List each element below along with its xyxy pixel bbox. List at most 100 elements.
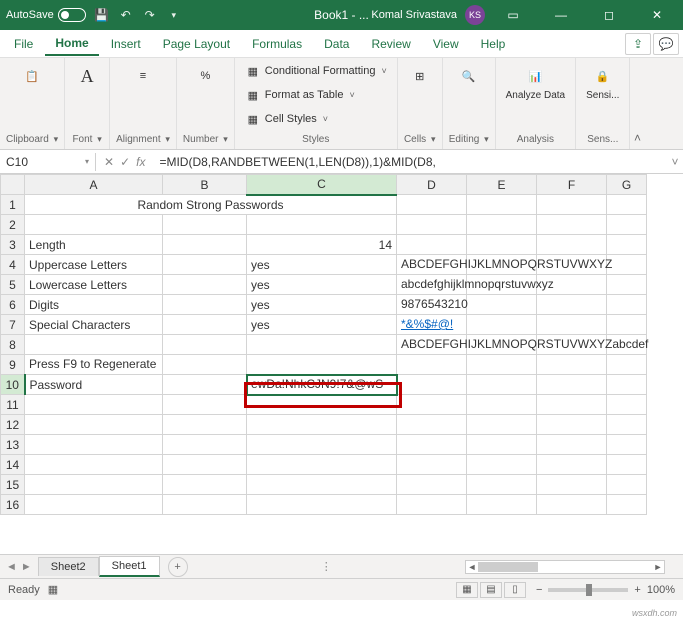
row-header[interactable]: 11: [1, 395, 25, 415]
cell[interactable]: [467, 295, 537, 315]
cell[interactable]: [537, 315, 607, 335]
share-icon[interactable]: ⇪: [625, 33, 651, 55]
ribbon-display-icon[interactable]: ▭: [493, 0, 533, 30]
cell-active[interactable]: ewDa!NhkCJN9!7&@wS: [247, 375, 397, 395]
cell[interactable]: [163, 395, 247, 415]
cell[interactable]: Length: [25, 235, 163, 255]
prev-sheet-icon[interactable]: ◄: [6, 561, 17, 573]
next-sheet-icon[interactable]: ►: [21, 561, 32, 573]
sheet-tab-active[interactable]: Sheet1: [99, 556, 160, 577]
chevron-down-icon[interactable]: ▾: [484, 134, 489, 144]
row-header[interactable]: 8: [1, 335, 25, 355]
cell[interactable]: [247, 495, 397, 515]
cell[interactable]: [163, 375, 247, 395]
tab-insert[interactable]: Insert: [101, 33, 151, 55]
cell[interactable]: [537, 195, 607, 215]
horizontal-scrollbar[interactable]: ◄ ►: [465, 560, 665, 574]
col-header-A[interactable]: A: [25, 175, 163, 195]
row-header[interactable]: 9: [1, 355, 25, 375]
font-button[interactable]: A: [71, 62, 103, 90]
cell[interactable]: [607, 295, 647, 315]
launcher-icon[interactable]: ▾: [97, 134, 102, 144]
cell[interactable]: [397, 195, 467, 215]
cell[interactable]: [163, 435, 247, 455]
redo-icon[interactable]: ↷: [142, 7, 158, 23]
cell[interactable]: [607, 415, 647, 435]
scroll-left-icon[interactable]: ◄: [466, 562, 478, 572]
row-header[interactable]: 5: [1, 275, 25, 295]
cell[interactable]: [397, 215, 467, 235]
cell[interactable]: [607, 375, 647, 395]
maximize-icon[interactable]: ◻: [589, 0, 629, 30]
cell[interactable]: [607, 435, 647, 455]
worksheet-grid[interactable]: A B C D E F G 1Random Strong Passwords 2…: [0, 174, 683, 554]
cell[interactable]: [163, 275, 247, 295]
user-avatar[interactable]: KS: [465, 5, 485, 25]
row-header[interactable]: 12: [1, 415, 25, 435]
cell[interactable]: [467, 315, 537, 335]
sheet-tab[interactable]: Sheet2: [38, 557, 99, 576]
tab-home[interactable]: Home: [45, 32, 98, 56]
cell[interactable]: [467, 215, 537, 235]
cell[interactable]: [247, 415, 397, 435]
cell[interactable]: [163, 455, 247, 475]
sensitivity-button[interactable]: 🔒Sensi...: [582, 62, 623, 103]
cell[interactable]: [467, 475, 537, 495]
cell[interactable]: [467, 435, 537, 455]
cell[interactable]: [607, 235, 647, 255]
formula-bar[interactable]: =MID(D8,RANDBETWEEN(1,LEN(D8)),1)&MID(D8…: [153, 153, 667, 171]
cell[interactable]: [607, 275, 647, 295]
cell[interactable]: ABCDEFGHIJKLMNOPQRSTUVWXYZ: [397, 255, 467, 275]
collapse-ribbon-icon[interactable]: ˄: [630, 58, 644, 149]
zoom-control[interactable]: − + 100%: [536, 584, 675, 596]
fx-icon[interactable]: fx: [136, 155, 145, 169]
cell[interactable]: yes: [247, 275, 397, 295]
cell[interactable]: [467, 395, 537, 415]
cell[interactable]: [163, 235, 247, 255]
cell[interactable]: [25, 475, 163, 495]
page-break-view-icon[interactable]: ▯: [504, 582, 526, 598]
cell[interactable]: [537, 455, 607, 475]
cell[interactable]: [607, 455, 647, 475]
cell[interactable]: [467, 235, 537, 255]
minimize-icon[interactable]: —: [541, 0, 581, 30]
cell[interactable]: [537, 295, 607, 315]
undo-icon[interactable]: ↶: [118, 7, 134, 23]
cell[interactable]: [163, 355, 247, 375]
cell[interactable]: [163, 255, 247, 275]
cell[interactable]: abcdefghijklmnopqrstuvwxyz: [397, 275, 467, 295]
zoom-level[interactable]: 100%: [647, 584, 675, 596]
cell-styles-button[interactable]: ▦Cell Styles ˅: [241, 110, 332, 128]
cell[interactable]: [163, 215, 247, 235]
user-name[interactable]: Komal Srivastava: [371, 9, 457, 21]
cell[interactable]: [247, 435, 397, 455]
row-header[interactable]: 3: [1, 235, 25, 255]
conditional-formatting-button[interactable]: ▦Conditional Formatting ˅: [241, 62, 391, 80]
row-header[interactable]: 16: [1, 495, 25, 515]
normal-view-icon[interactable]: ▦: [456, 582, 478, 598]
scroll-right-icon[interactable]: ►: [652, 562, 664, 572]
tab-view[interactable]: View: [423, 33, 469, 55]
col-header-B[interactable]: B: [163, 175, 247, 195]
cell[interactable]: [247, 215, 397, 235]
cell[interactable]: [397, 475, 467, 495]
cell[interactable]: [467, 195, 537, 215]
cell[interactable]: [537, 495, 607, 515]
zoom-slider[interactable]: [548, 588, 628, 592]
cell[interactable]: yes: [247, 315, 397, 335]
cell[interactable]: [163, 295, 247, 315]
cell[interactable]: [25, 335, 163, 355]
select-all-corner[interactable]: [1, 175, 25, 195]
row-header[interactable]: 4: [1, 255, 25, 275]
col-header-D[interactable]: D: [397, 175, 467, 195]
cell[interactable]: [25, 495, 163, 515]
cell[interactable]: Uppercase Letters: [25, 255, 163, 275]
new-sheet-button[interactable]: +: [168, 557, 188, 577]
cell[interactable]: [247, 355, 397, 375]
cell[interactable]: [607, 215, 647, 235]
cell[interactable]: [25, 435, 163, 455]
col-header-F[interactable]: F: [537, 175, 607, 195]
cell[interactable]: [537, 215, 607, 235]
cell[interactable]: [25, 395, 163, 415]
analyze-data-button[interactable]: 📊Analyze Data: [502, 62, 569, 103]
